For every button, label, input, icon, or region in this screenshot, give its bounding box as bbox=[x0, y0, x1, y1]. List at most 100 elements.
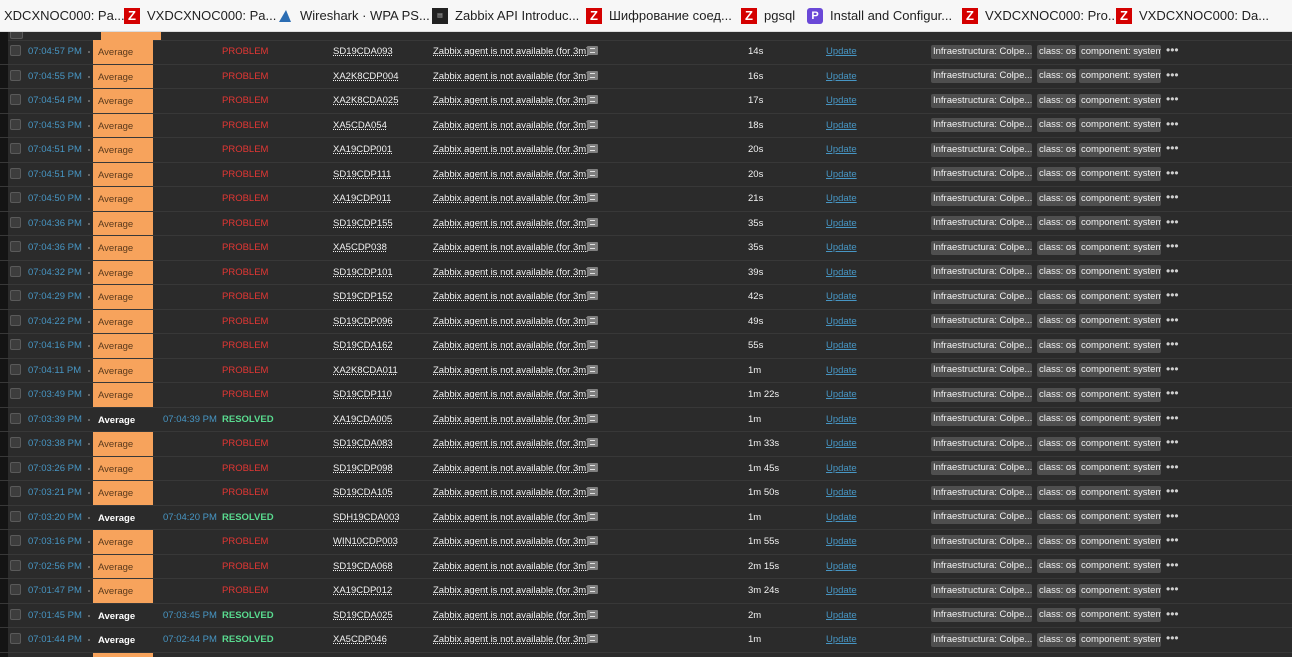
problem-time-link[interactable]: 07:03:26 PM bbox=[28, 463, 82, 474]
problem-name-link[interactable]: Zabbix agent is not available (for 3m) bbox=[433, 365, 589, 376]
comment-icon[interactable] bbox=[587, 389, 598, 398]
tag-component[interactable]: component: system bbox=[1079, 167, 1161, 181]
problem-name-link[interactable]: Zabbix agent is not available (for 3m) bbox=[433, 144, 589, 155]
bookmark-8[interactable]: Z VXDCXNOC000: Pro... bbox=[962, 0, 1119, 31]
recovery-time-link[interactable]: 07:03:45 PM bbox=[163, 610, 217, 621]
tag-component[interactable]: component: system bbox=[1079, 485, 1161, 500]
problem-time-link[interactable]: 07:01:44 PM bbox=[28, 634, 82, 645]
comment-icon[interactable] bbox=[587, 634, 598, 643]
update-link[interactable]: Update bbox=[826, 438, 857, 449]
problem-name-link[interactable]: Zabbix agent is not available (for 3m) bbox=[433, 389, 589, 400]
row-checkbox[interactable] bbox=[10, 314, 21, 326]
comment-icon[interactable] bbox=[587, 536, 598, 545]
host-link[interactable]: XA19CDP011 bbox=[333, 193, 391, 204]
comment-icon[interactable] bbox=[587, 585, 598, 594]
tag-component[interactable]: component: system bbox=[1079, 69, 1161, 83]
row-checkbox[interactable] bbox=[10, 388, 21, 399]
bookmark-4[interactable]: ▤ Zabbix API Introduc... bbox=[432, 0, 579, 31]
tag-class[interactable]: class: os bbox=[1037, 191, 1076, 206]
tag-class[interactable]: class: os bbox=[1037, 265, 1076, 279]
tag-infraestructura[interactable]: Infraestructura: Colpe... bbox=[931, 191, 1032, 206]
recovery-time-link[interactable]: 07:04:20 PM bbox=[163, 512, 217, 523]
tag-component[interactable]: component: system bbox=[1079, 436, 1161, 451]
host-link[interactable]: SD19CDP098 bbox=[333, 463, 393, 474]
problem-time-link[interactable]: 07:02:56 PM bbox=[28, 561, 82, 572]
row-checkbox[interactable] bbox=[10, 45, 21, 56]
tag-infraestructura[interactable]: Infraestructura: Colpe... bbox=[931, 632, 1032, 647]
tag-component[interactable]: component: system bbox=[1079, 534, 1161, 549]
row-checkbox[interactable] bbox=[10, 143, 21, 154]
comment-icon[interactable] bbox=[587, 70, 598, 80]
tag-class[interactable]: class: os bbox=[1037, 412, 1076, 426]
tag-component[interactable]: component: system bbox=[1079, 44, 1161, 59]
row-checkbox[interactable] bbox=[10, 535, 21, 546]
tag-class[interactable]: class: os bbox=[1037, 510, 1076, 524]
tag-class[interactable]: class: os bbox=[1037, 118, 1076, 132]
problem-time-link[interactable]: 07:04:36 PM bbox=[28, 242, 82, 253]
tag-component[interactable]: component: system bbox=[1079, 93, 1161, 108]
bookmark-5[interactable]: Z Шифрование соед... bbox=[586, 0, 732, 31]
tag-infraestructura[interactable]: Infraestructura: Colpe... bbox=[931, 142, 1032, 157]
bookmark-1[interactable]: XDCXNOC000: Pa... bbox=[4, 0, 125, 31]
bookmark-2[interactable]: Z VXDCXNOC000: Pa... bbox=[124, 0, 276, 31]
more-tags-icon[interactable]: ••• bbox=[1166, 215, 1179, 229]
problem-time-link[interactable]: 07:03:21 PM bbox=[28, 487, 82, 498]
tag-class[interactable]: class: os bbox=[1037, 534, 1076, 549]
host-link[interactable]: SD19CDA068 bbox=[333, 561, 393, 572]
update-link[interactable]: Update bbox=[826, 291, 857, 302]
problem-name-link[interactable]: Zabbix agent is not available (for 3m) bbox=[433, 610, 589, 621]
problem-name-link[interactable]: Zabbix agent is not available (for 3m) bbox=[433, 585, 589, 596]
tag-class[interactable]: class: os bbox=[1037, 69, 1076, 83]
problem-time-link[interactable]: 07:03:20 PM bbox=[28, 512, 82, 523]
tag-class[interactable]: class: os bbox=[1037, 583, 1076, 598]
tag-class[interactable]: class: os bbox=[1037, 387, 1076, 402]
problem-name-link[interactable]: Zabbix agent is not available (for 3m) bbox=[433, 561, 589, 572]
update-link[interactable]: Update bbox=[826, 340, 857, 351]
comment-icon[interactable] bbox=[587, 266, 598, 276]
problem-time-link[interactable]: 07:04:57 PM bbox=[28, 46, 82, 57]
row-checkbox[interactable] bbox=[10, 412, 21, 424]
bookmark-3[interactable]: Wireshark · WPA PS... bbox=[277, 0, 430, 31]
tag-component[interactable]: component: system bbox=[1079, 338, 1161, 353]
comment-icon[interactable] bbox=[587, 511, 598, 521]
comment-icon[interactable] bbox=[587, 144, 598, 153]
problem-time-link[interactable]: 07:04:54 PM bbox=[28, 95, 82, 106]
problem-time-link[interactable]: 07:01:45 PM bbox=[28, 610, 82, 621]
tag-component[interactable]: component: system bbox=[1079, 191, 1161, 206]
tag-infraestructura[interactable]: Infraestructura: Colpe... bbox=[931, 387, 1032, 402]
tag-component[interactable]: component: system bbox=[1079, 632, 1161, 647]
more-tags-icon[interactable]: ••• bbox=[1166, 362, 1179, 376]
problem-name-link[interactable]: Zabbix agent is not available (for 3m) bbox=[433, 46, 589, 57]
row-checkbox[interactable] bbox=[10, 265, 21, 277]
recovery-time-link[interactable]: 07:04:39 PM bbox=[163, 414, 217, 425]
more-tags-icon[interactable]: ••• bbox=[1166, 141, 1179, 155]
problem-name-link[interactable]: Zabbix agent is not available (for 3m) bbox=[433, 487, 589, 498]
row-checkbox[interactable] bbox=[10, 167, 21, 179]
tag-infraestructura[interactable]: Infraestructura: Colpe... bbox=[931, 436, 1032, 451]
host-link[interactable]: XA5CDP046 bbox=[333, 634, 387, 645]
update-link[interactable]: Update bbox=[826, 610, 857, 621]
tag-component[interactable]: component: system bbox=[1079, 608, 1161, 622]
tag-infraestructura[interactable]: Infraestructura: Colpe... bbox=[931, 608, 1032, 622]
comment-icon[interactable] bbox=[587, 609, 598, 619]
problem-time-link[interactable]: 07:04:53 PM bbox=[28, 120, 82, 131]
comment-icon[interactable] bbox=[587, 413, 598, 423]
row-checkbox[interactable] bbox=[10, 584, 21, 595]
update-link[interactable]: Update bbox=[826, 585, 857, 596]
tag-infraestructura[interactable]: Infraestructura: Colpe... bbox=[931, 69, 1032, 83]
host-link[interactable]: SD19CDP152 bbox=[333, 291, 393, 302]
tag-class[interactable]: class: os bbox=[1037, 338, 1076, 353]
tag-class[interactable]: class: os bbox=[1037, 363, 1076, 377]
comment-icon[interactable] bbox=[587, 462, 598, 472]
tag-component[interactable]: component: system bbox=[1079, 314, 1161, 328]
tag-class[interactable]: class: os bbox=[1037, 436, 1076, 451]
problem-time-link[interactable]: 07:04:55 PM bbox=[28, 71, 82, 82]
tag-component[interactable]: component: system bbox=[1079, 559, 1161, 573]
problem-name-link[interactable]: Zabbix agent is not available (for 3m) bbox=[433, 340, 589, 351]
tag-component[interactable]: component: system bbox=[1079, 118, 1161, 132]
problem-time-link[interactable]: 07:03:49 PM bbox=[28, 389, 82, 400]
problem-name-link[interactable]: Zabbix agent is not available (for 3m) bbox=[433, 267, 589, 278]
row-checkbox[interactable] bbox=[10, 241, 21, 252]
row-checkbox[interactable] bbox=[10, 290, 21, 301]
update-link[interactable]: Update bbox=[826, 316, 857, 327]
